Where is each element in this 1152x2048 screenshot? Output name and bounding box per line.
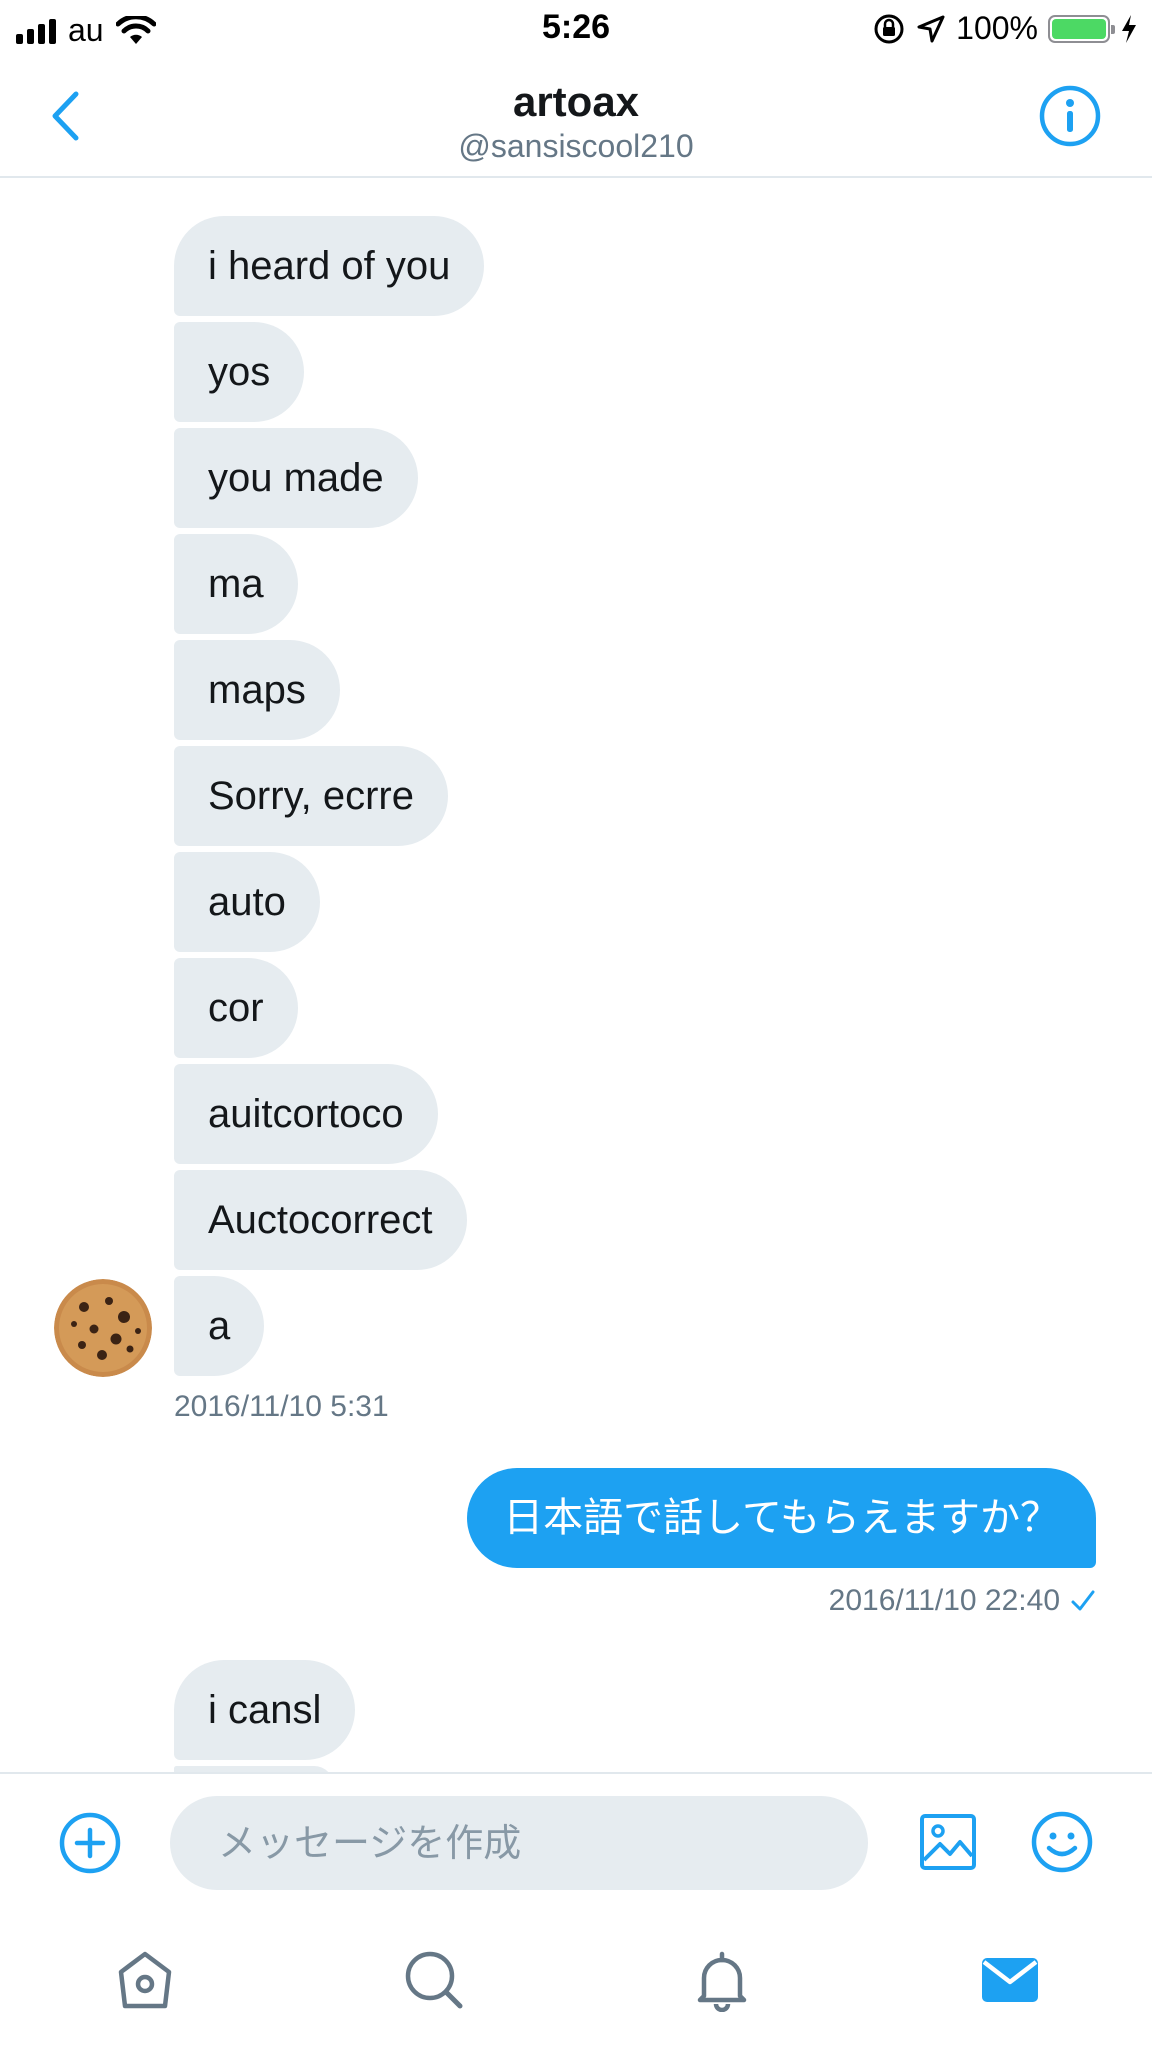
- battery-percent: 100%: [956, 10, 1038, 46]
- incoming-message[interactable]: maps: [174, 640, 340, 740]
- incoming-message[interactable]: yos: [174, 322, 305, 422]
- incoming-message-group-2: i cansl: [174, 1660, 356, 1772]
- emoji-icon[interactable]: [1030, 1810, 1094, 1874]
- message-thread[interactable]: i heard of you yos you made ma maps Sorr…: [0, 180, 1152, 1772]
- conversation-header: artoax @sansiscool210: [0, 56, 1152, 178]
- location-icon: [917, 15, 945, 42]
- outgoing-message[interactable]: 日本語で話してもらえますか？: [467, 1468, 1096, 1568]
- incoming-message[interactable]: auitcortoco: [174, 1064, 438, 1164]
- cookie-avatar-image: [54, 1279, 152, 1377]
- avatar[interactable]: [54, 1279, 152, 1377]
- search-icon[interactable]: [402, 1948, 466, 2012]
- charging-icon: [1122, 14, 1136, 43]
- outgoing-timestamp-row: 2016/11/10 22:40: [829, 1584, 1096, 1618]
- image-icon[interactable]: [918, 1812, 978, 1872]
- incoming-message[interactable]: Sorry, ecrre: [174, 746, 448, 846]
- incoming-message[interactable]: ma: [174, 534, 298, 634]
- incoming-timestamp: 2016/11/10 5:31: [174, 1390, 389, 1423]
- notifications-icon[interactable]: [690, 1948, 754, 2012]
- message-input[interactable]: [170, 1796, 868, 1890]
- incoming-message[interactable]: Auctocorrect: [174, 1170, 467, 1270]
- incoming-message[interactable]: a: [174, 1276, 265, 1376]
- info-icon[interactable]: [1038, 84, 1102, 148]
- outgoing-timestamp: 2016/11/10 22:40: [828, 1584, 1060, 1617]
- battery-icon: [1048, 14, 1115, 43]
- conversation-title: artoax: [512, 78, 640, 125]
- add-icon[interactable]: [58, 1811, 122, 1875]
- header-title-block: artoax @sansiscool210: [0, 78, 1152, 166]
- incoming-message[interactable]: auto: [174, 852, 320, 952]
- incoming-message[interactable]: you made: [174, 428, 418, 528]
- rotation-lock-icon: [874, 14, 904, 43]
- conversation-handle: @sansiscool210: [458, 128, 694, 164]
- incoming-message[interactable]: i cansl: [174, 1660, 356, 1760]
- message-composer: [0, 1772, 1152, 1906]
- bottom-tab-bar: [0, 1906, 1152, 2048]
- sent-check-icon: [1071, 1590, 1095, 1611]
- messages-icon[interactable]: [978, 1948, 1042, 2012]
- home-icon[interactable]: [113, 1948, 177, 2012]
- incoming-message-group: i heard of you yos you made ma maps Sorr…: [174, 216, 485, 1376]
- incoming-message[interactable]: i heard of you: [174, 216, 485, 316]
- incoming-message[interactable]: cor: [174, 958, 298, 1058]
- status-right: 100%: [872, 10, 1138, 47]
- status-bar: au 5:26 100%: [0, 0, 1152, 56]
